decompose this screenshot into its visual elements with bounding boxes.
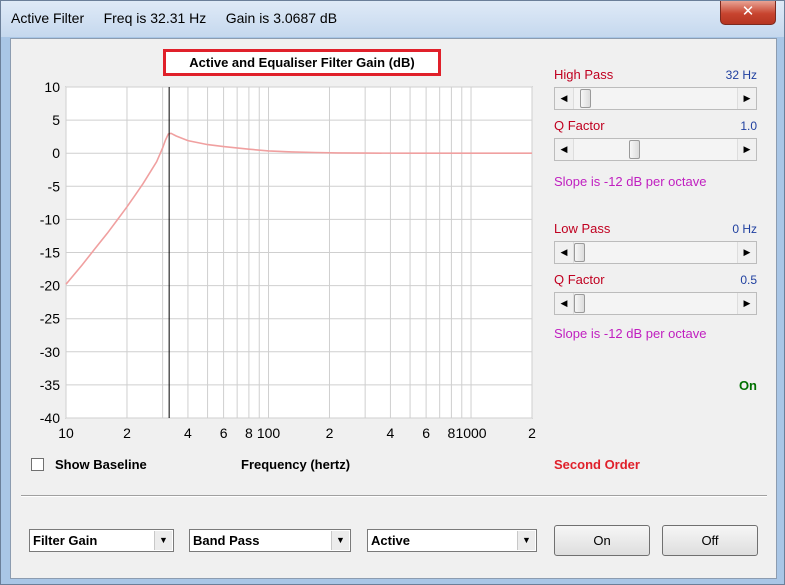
scroll-left-icon[interactable]: ◀ bbox=[555, 88, 574, 109]
chevron-down-icon[interactable]: ▼ bbox=[517, 531, 535, 550]
x-axis-label: Frequency (hertz) bbox=[241, 457, 351, 472]
close-icon: ✕ bbox=[741, 3, 755, 20]
filter-kind-value: Active bbox=[371, 533, 411, 548]
scroll-right-icon[interactable]: ▶ bbox=[737, 242, 756, 263]
x-tick-label: 6 bbox=[422, 425, 430, 441]
low-q-slider[interactable]: ◀ ▶ bbox=[554, 292, 757, 315]
low-slope-text: Slope is -12 dB per octave bbox=[554, 326, 707, 341]
low-pass-slider[interactable]: ◀ ▶ bbox=[554, 241, 757, 264]
scroll-left-icon[interactable]: ◀ bbox=[555, 242, 574, 263]
title-bar[interactable]: Active Filter Freq is 32.31 Hz Gain is 3… bbox=[1, 1, 784, 37]
y-tick-label: -15 bbox=[40, 245, 60, 261]
status-on: On bbox=[738, 378, 757, 393]
high-q-value: 1.0 bbox=[740, 119, 757, 133]
chart-title: Active and Equaliser Filter Gain (dB) bbox=[163, 49, 441, 76]
y-tick-labels: 10 5 0 -5 -10 -15 -20 -25 -30 -35 -40 bbox=[40, 79, 60, 426]
close-button[interactable]: ✕ bbox=[720, 1, 776, 25]
high-q-slider[interactable]: ◀ ▶ bbox=[554, 138, 757, 161]
on-button[interactable]: On bbox=[554, 525, 650, 556]
x-tick-label: 1000 bbox=[455, 425, 486, 441]
window-title: Active Filter Freq is 32.31 Hz Gain is 3… bbox=[11, 10, 338, 26]
low-q-label: Q Factor bbox=[554, 272, 605, 287]
y-tick-label: 0 bbox=[52, 145, 60, 161]
x-tick-label: 2 bbox=[528, 425, 536, 441]
low-pass-value: 0 Hz bbox=[732, 222, 757, 236]
filter-type-value: Band Pass bbox=[193, 533, 260, 548]
x-tick-label: 8 bbox=[245, 425, 253, 441]
active-filter-window: Active Filter Freq is 32.31 Hz Gain is 3… bbox=[0, 0, 785, 585]
y-tick-label: -30 bbox=[40, 344, 60, 360]
scroll-right-icon[interactable]: ▶ bbox=[737, 139, 756, 160]
y-tick-label: -5 bbox=[48, 178, 61, 194]
high-pass-label: High Pass bbox=[554, 67, 614, 82]
mode-select[interactable]: Filter Gain ▼ bbox=[29, 529, 174, 552]
high-slope-text: Slope is -12 dB per octave bbox=[554, 174, 707, 189]
x-tick-label: 2 bbox=[326, 425, 334, 441]
separator bbox=[21, 495, 767, 497]
x-tick-label: 4 bbox=[387, 425, 395, 441]
chevron-down-icon[interactable]: ▼ bbox=[154, 531, 172, 550]
high-pass-slider[interactable]: ◀ ▶ bbox=[554, 87, 757, 110]
chevron-down-icon[interactable]: ▼ bbox=[331, 531, 349, 550]
x-tick-label: 6 bbox=[220, 425, 228, 441]
x-tick-label: 4 bbox=[184, 425, 192, 441]
order-label: Second Order bbox=[554, 457, 640, 472]
show-baseline-label[interactable]: Show Baseline bbox=[55, 457, 147, 472]
x-tick-label: 100 bbox=[257, 425, 281, 441]
y-tick-label: -25 bbox=[40, 311, 60, 327]
dialog-body: 10 5 0 -5 -10 -15 -20 -25 -30 -35 -40 10 2 4 6 8 100 2 4 6… bbox=[10, 38, 777, 579]
y-tick-label: -35 bbox=[40, 377, 60, 393]
scroll-left-icon[interactable]: ◀ bbox=[555, 293, 574, 314]
low-q-value: 0.5 bbox=[740, 273, 757, 287]
slider-thumb[interactable] bbox=[628, 140, 640, 159]
y-tick-label: 5 bbox=[52, 112, 60, 128]
low-pass-label: Low Pass bbox=[554, 221, 611, 236]
filter-type-select[interactable]: Band Pass ▼ bbox=[189, 529, 351, 552]
mode-value: Filter Gain bbox=[33, 533, 98, 548]
slider-thumb[interactable] bbox=[574, 243, 585, 262]
x-tick-label: 8 bbox=[448, 425, 456, 441]
show-baseline-checkbox[interactable] bbox=[31, 458, 44, 471]
slider-thumb[interactable] bbox=[574, 294, 585, 313]
scroll-left-icon[interactable]: ◀ bbox=[555, 139, 574, 160]
x-tick-labels: 10 2 4 6 8 100 2 4 6 8 1000 2 bbox=[58, 425, 536, 441]
x-tick-label: 2 bbox=[123, 425, 131, 441]
high-pass-value: 32 Hz bbox=[725, 68, 757, 82]
x-tick-label: 10 bbox=[58, 425, 74, 441]
scroll-right-icon[interactable]: ▶ bbox=[737, 88, 756, 109]
high-q-label: Q Factor bbox=[554, 118, 605, 133]
y-tick-label: -20 bbox=[40, 278, 60, 294]
y-tick-label: -10 bbox=[40, 211, 60, 227]
slider-thumb[interactable] bbox=[580, 89, 592, 108]
y-tick-label: -40 bbox=[40, 410, 60, 426]
y-tick-label: 10 bbox=[44, 79, 60, 95]
filter-kind-select[interactable]: Active ▼ bbox=[367, 529, 537, 552]
off-button[interactable]: Off bbox=[662, 525, 758, 556]
scroll-right-icon[interactable]: ▶ bbox=[737, 293, 756, 314]
